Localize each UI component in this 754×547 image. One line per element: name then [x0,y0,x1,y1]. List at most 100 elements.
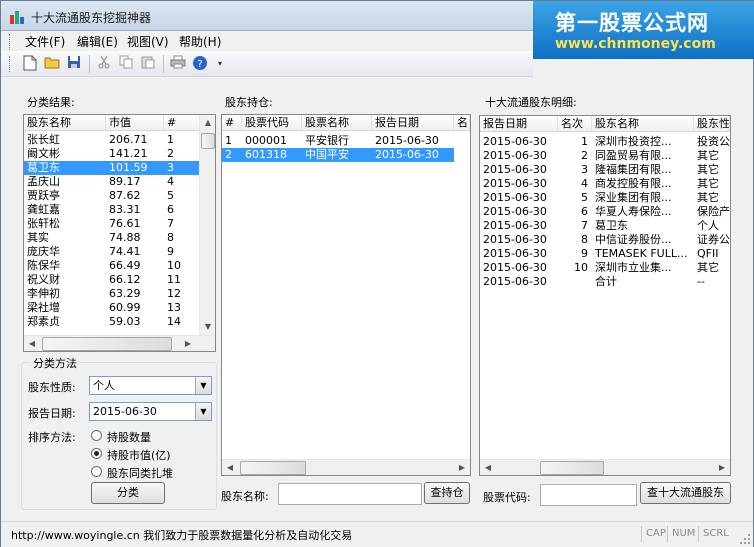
print-icon[interactable] [169,55,187,73]
query-holdings-button[interactable]: 查持仓 [424,482,470,504]
copy-icon[interactable] [117,55,135,73]
table-row[interactable]: 2015-06-30 4 商发控股有限... 其它 [480,177,730,191]
scroll-left-icon[interactable]: ◀ [24,336,40,351]
table-row[interactable]: 张轩松 76.61 7 [24,217,200,231]
table-row[interactable]: 李伸初 63.29 12 [24,287,200,301]
scroll-down-icon[interactable]: ▼ [200,319,215,335]
scroll-thumb[interactable] [240,461,306,475]
middle-section-label: 股东持仓: [225,96,273,109]
table-row[interactable]: 其实 74.88 8 [24,231,200,245]
table-cell: 张长虹 [27,133,60,146]
table-cell: 2015-06-30 [483,233,547,246]
horizontal-scrollbar[interactable]: ◀ ▶ [222,459,470,475]
table-cell: 59.03 [109,315,141,328]
holder-name-input[interactable] [278,483,422,505]
sort-option-label[interactable]: 持股数量 [107,429,151,445]
holdings-list[interactable]: # 股票代码 股票名称 报告日期 名 1 000001 平安银行 2015-06-30… [221,114,471,476]
chevron-down-icon[interactable]: ▼ [195,403,211,420]
scroll-right-icon[interactable]: ▶ [454,460,470,475]
menu-file[interactable]: 文件(F) [25,33,65,50]
table-row[interactable]: 2015-06-30 6 华夏人寿保险... 保险产 [480,205,730,219]
table-row[interactable]: 贾跃亭 87.62 5 [24,189,200,203]
sort-radio-market-value[interactable] [91,448,102,459]
column-header[interactable]: 报告日期 [480,116,558,131]
table-row[interactable]: 2015-06-30 9 TEMASEK FULL... QFII [480,247,730,261]
table-row[interactable]: 庞庆华 74.41 9 [24,245,200,259]
help-icon[interactable]: ? [191,55,209,73]
table-cell: 12 [167,287,181,300]
table-row[interactable]: 2015-06-30 1 深圳市投资控... 投资公 [480,135,730,149]
table-row[interactable]: 2015-06-30 7 葛卫东 个人 [480,219,730,233]
table-cell: 6 [581,205,588,218]
scroll-thumb[interactable] [201,133,215,149]
sort-radio-cluster[interactable] [91,466,102,477]
menu-view[interactable]: 视图(V) [127,33,169,50]
table-row[interactable]: 2015-06-30 3 隆福集团有限... 其它 [480,163,730,177]
toolbar-overflow-icon[interactable]: ▾ [211,55,229,73]
sort-option-label[interactable]: 股东同类扎堆 [107,465,173,481]
open-folder-icon[interactable] [43,55,61,73]
column-header[interactable]: 股东名称 [24,115,106,130]
table-row[interactable]: 郑素贞 59.03 14 [24,315,200,329]
classification-list[interactable]: 股东名称 市值 # 张长虹 206.71 1 阚文彬 141.21 2 葛卫东 101.59 3… [23,114,216,352]
column-header[interactable]: # [222,115,242,130]
table-row[interactable]: 陈保华 66.49 10 [24,259,200,273]
menu-help[interactable]: 帮助(H) [179,33,221,50]
table-cell: 74.41 [109,245,141,258]
column-header[interactable]: # [164,115,200,130]
table-row[interactable]: 2015-06-30 2 同盈贸易有限... 其它 [480,149,730,163]
table-cell: 葛卫东 [595,219,628,232]
new-file-icon[interactable] [21,55,39,73]
table-cell: 5 [167,189,174,202]
resize-grip-icon[interactable] [739,533,751,545]
table-row[interactable]: 葛卫东 101.59 3 [24,161,200,175]
sort-radio-quantity[interactable] [91,430,102,441]
nature-select[interactable]: 个人 ▼ [89,376,212,395]
sort-option-label[interactable]: 持股市值(亿) [107,447,171,463]
stock-code-input[interactable] [540,484,637,506]
date-select[interactable]: 2015-06-30 ▼ [89,402,212,421]
table-row[interactable]: 2015-06-30 10 深圳市立业集... 其它 [480,261,730,275]
scroll-thumb[interactable] [42,337,172,351]
table-row[interactable]: 孟庆山 89.17 4 [24,175,200,189]
menu-edit[interactable]: 编辑(E) [77,33,118,50]
table-cell: 1 [225,134,232,147]
scroll-left-icon[interactable]: ◀ [480,460,496,475]
horizontal-scrollbar[interactable]: ◀ ▶ [24,335,215,351]
table-row[interactable]: 张长虹 206.71 1 [24,133,200,147]
chevron-down-icon[interactable]: ▼ [195,377,211,394]
save-icon[interactable] [65,55,83,73]
top-holders-list[interactable]: 报告日期 名次 股东名称 股东性 2015-06-30 1 深圳市投资控... 投资公… [479,115,731,476]
table-row[interactable]: 2 601318 中国平安 2015-06-30 [222,148,454,162]
column-header[interactable]: 名 [454,115,470,130]
scroll-up-icon[interactable]: ▲ [200,115,215,131]
table-row[interactable]: 梁社增 60.99 13 [24,301,200,315]
scroll-right-icon[interactable]: ▶ [714,460,730,475]
column-header[interactable]: 市值 [106,115,164,130]
window-title: 十大流通股东挖掘神器 [31,11,152,25]
column-header[interactable]: 报告日期 [372,115,454,130]
horizontal-scrollbar[interactable]: ◀ ▶ [480,459,730,475]
scroll-right-icon[interactable]: ▶ [180,336,196,351]
column-header[interactable]: 股东名称 [592,116,694,131]
column-header[interactable]: 名次 [558,116,592,131]
table-row[interactable]: 2015-06-30 合计 -- [480,275,730,289]
table-cell: 张轩松 [27,217,60,230]
toolbar-separator [163,55,164,73]
vertical-scrollbar[interactable]: ▲ ▼ [199,115,215,335]
table-row[interactable]: 龚虹嘉 83.31 6 [24,203,200,217]
query-top-holders-button[interactable]: 查十大流通股东 [640,482,731,504]
column-header[interactable]: 股票名称 [302,115,372,130]
table-row[interactable]: 2015-06-30 8 中信证券股份... 证券公 [480,233,730,247]
table-row[interactable]: 2015-06-30 5 深业集团有限... 其它 [480,191,730,205]
classify-button[interactable]: 分类 [91,482,165,504]
table-row[interactable]: 1 000001 平安银行 2015-06-30 [222,134,454,148]
table-row[interactable]: 阚文彬 141.21 2 [24,147,200,161]
column-header[interactable]: 股东性 [694,116,730,131]
scroll-left-icon[interactable]: ◀ [222,460,238,475]
paste-icon[interactable] [139,55,157,73]
column-header[interactable]: 股票代码 [242,115,302,130]
scroll-thumb[interactable] [540,461,604,475]
cut-icon[interactable] [95,55,113,73]
table-row[interactable]: 祝义财 66.12 11 [24,273,200,287]
